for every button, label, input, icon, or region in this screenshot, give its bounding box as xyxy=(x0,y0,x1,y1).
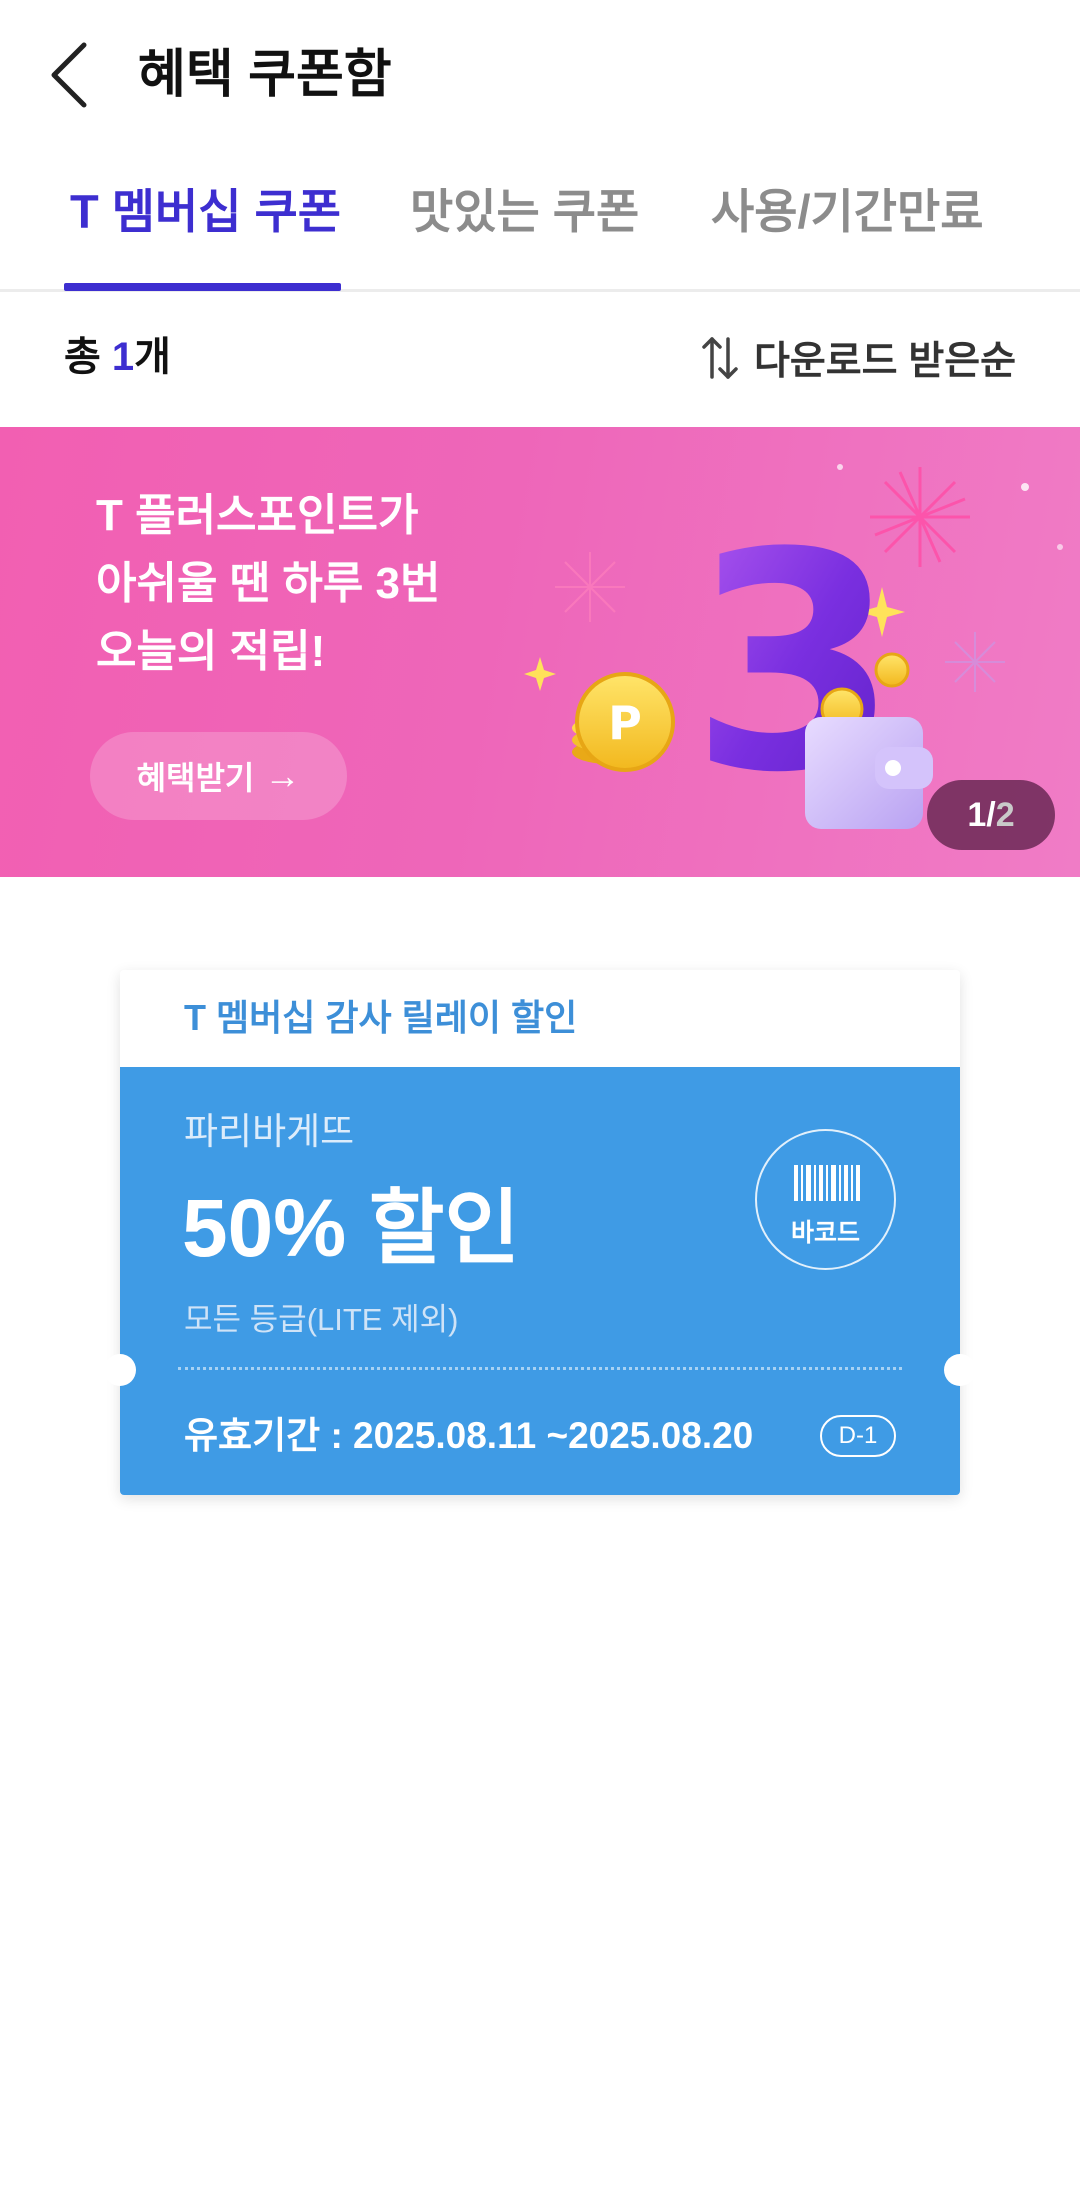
get-benefit-button[interactable]: 혜택받기 → xyxy=(90,732,347,820)
chevron-left-icon xyxy=(51,42,87,108)
tab-bar: T 멤버십 쿠폰 맛있는 쿠폰 사용/기간만료 xyxy=(0,150,1080,292)
coupon-body: 파리바게뜨 50% 할인 모든 등급(LITE 제외) 바코드 유효기간: 2… xyxy=(104,1067,976,1495)
tab-delicious-coupon[interactable]: 맛있는 쿠폰 xyxy=(410,182,639,242)
barcode-label: 바코드 xyxy=(790,1219,860,1247)
sort-arrows-icon xyxy=(702,336,738,379)
coupon-count: 총 1개 xyxy=(64,330,171,385)
perforation-divider xyxy=(178,1367,902,1370)
list-toolbar: 총 1개 다운로드 받은순 xyxy=(0,292,1080,427)
active-tab-indicator xyxy=(64,283,341,291)
sort-button[interactable]: 다운로드 받은순 xyxy=(700,330,1016,385)
barcode-icon xyxy=(794,1165,860,1201)
arrow-right-icon: → xyxy=(264,755,301,796)
sparkle-2 xyxy=(524,657,556,691)
coupon-discount: 50% 할인 xyxy=(182,1183,520,1274)
page-title: 혜택 쿠폰함 xyxy=(138,46,392,104)
barcode-button[interactable]: 바코드 xyxy=(755,1129,896,1270)
count-prefix: 총 xyxy=(64,335,112,379)
coupon-card[interactable]: T 멤버십 감사 릴레이 할인 파리바게뜨 50% 할인 모든 등급(LITE … xyxy=(104,970,976,1495)
wallet-graphic xyxy=(805,717,933,829)
count-number: 1 xyxy=(111,335,135,379)
banner-line-3: 오늘의 적립! xyxy=(96,627,326,676)
promo-banner[interactable]: T 플러스포인트가 아쉬울 땐 하루 3번 오늘의 적립! 혜택받기 → 3 P… xyxy=(0,427,1080,877)
firework-burst-3 xyxy=(945,632,1005,692)
coupon-brand: 파리바게뜨 xyxy=(184,1111,355,1152)
sort-label: 다운로드 받은순 xyxy=(754,339,1016,383)
banner-headline: T 플러스포인트가 아쉬울 땐 하루 3번 오늘의 적립! xyxy=(96,482,441,686)
get-benefit-label: 혜택받기 xyxy=(136,760,255,796)
dday-badge: D-1 xyxy=(820,1415,896,1457)
page-separator: / xyxy=(986,795,996,834)
page-total: 2 xyxy=(995,795,1015,834)
banner-page-indicator: 1/2 xyxy=(927,780,1055,850)
coupon-event-title: T 멤버십 감사 릴레이 할인 xyxy=(184,997,578,1038)
app-header: 혜택 쿠폰함 xyxy=(0,0,1080,150)
coupon-header: T 멤버십 감사 릴레이 할인 xyxy=(120,970,960,1067)
coin-letter: P xyxy=(608,696,642,750)
coupon-validity-period: 유효기간 : 2025.08.11 ~2025.08.20 xyxy=(184,1415,754,1456)
ticket-notch-right xyxy=(944,1354,976,1386)
count-suffix: 개 xyxy=(134,335,171,379)
firework-burst-2 xyxy=(555,552,625,622)
tab-used-expired[interactable]: 사용/기간만료 xyxy=(711,182,984,242)
banner-line-1: T 플러스포인트가 xyxy=(96,491,419,540)
coupon-box-screen: 혜택 쿠폰함 T 멤버십 쿠폰 맛있는 쿠폰 사용/기간만료 총 1개 다운로드… xyxy=(0,0,1080,2211)
page-current: 1 xyxy=(967,795,987,834)
tab-t-membership-coupon[interactable]: T 멤버십 쿠폰 xyxy=(70,182,341,242)
back-button[interactable] xyxy=(40,35,110,115)
banner-line-2: 아쉬울 땐 하루 3번 xyxy=(96,559,441,608)
coupon-grade: 모든 등급(LITE 제외) xyxy=(184,1302,459,1337)
ticket-notch-left xyxy=(104,1354,136,1386)
